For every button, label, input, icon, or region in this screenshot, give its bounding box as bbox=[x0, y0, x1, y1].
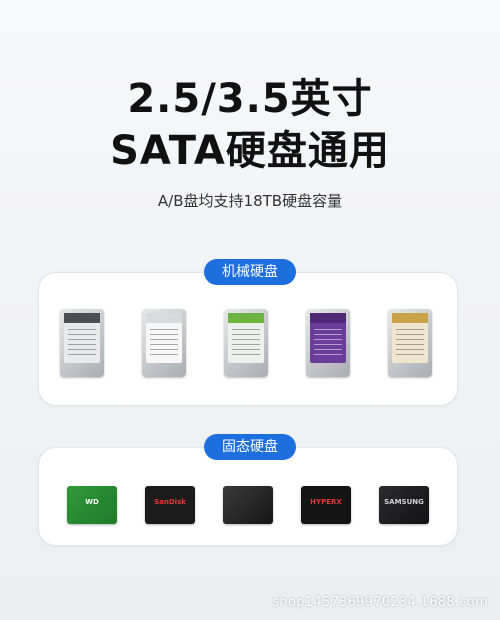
watermark: shop1457369970234.1688.com bbox=[272, 595, 488, 610]
ssd-samsung-icon: SAMSUNG bbox=[379, 486, 429, 524]
ssd-black-icon bbox=[223, 486, 273, 524]
ssd-sandisk-icon: SanDisk bbox=[145, 486, 195, 524]
hdd-section-label: 机械硬盘 bbox=[204, 259, 296, 285]
ssd-hyperx-icon: HYPERX bbox=[301, 486, 351, 524]
ssd-section-label: 固态硬盘 bbox=[204, 434, 296, 460]
hdd-white-icon bbox=[142, 309, 186, 377]
hdd-gray-icon bbox=[60, 309, 104, 377]
headline-line2: SATA硬盘通用 bbox=[110, 128, 390, 174]
hdd-gold-icon bbox=[388, 309, 432, 377]
hdd-purple-icon bbox=[306, 309, 350, 377]
ssd-wd-green-icon: WD bbox=[67, 486, 117, 524]
headline-line1: 2.5/3.5英寸 bbox=[127, 76, 373, 122]
hdd-green-icon bbox=[224, 309, 268, 377]
subtitle: A/B盘均支持18TB硬盘容量 bbox=[157, 192, 343, 210]
